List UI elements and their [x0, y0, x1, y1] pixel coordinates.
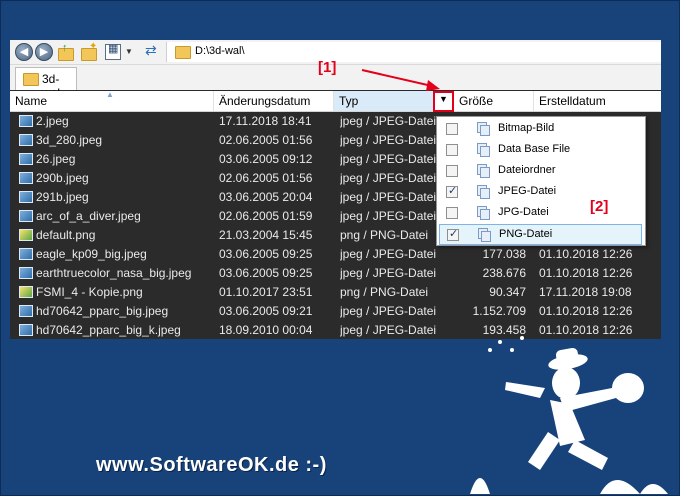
dot-shape [498, 340, 502, 344]
dot-shape [510, 348, 514, 352]
head-shape [552, 367, 580, 399]
bag-shape [612, 373, 644, 403]
grass-shape [470, 478, 490, 494]
arm-left-shape [505, 382, 545, 398]
leg-right-shape [568, 440, 608, 470]
dot-shape [488, 348, 492, 352]
mascot-figure [470, 336, 668, 494]
leg-left-shape [528, 432, 560, 470]
grass-shape [600, 480, 640, 494]
dot-shape [520, 336, 524, 340]
watermark-text: www.SoftwareOK.de :-) [96, 454, 327, 476]
grass-shape [640, 484, 668, 494]
